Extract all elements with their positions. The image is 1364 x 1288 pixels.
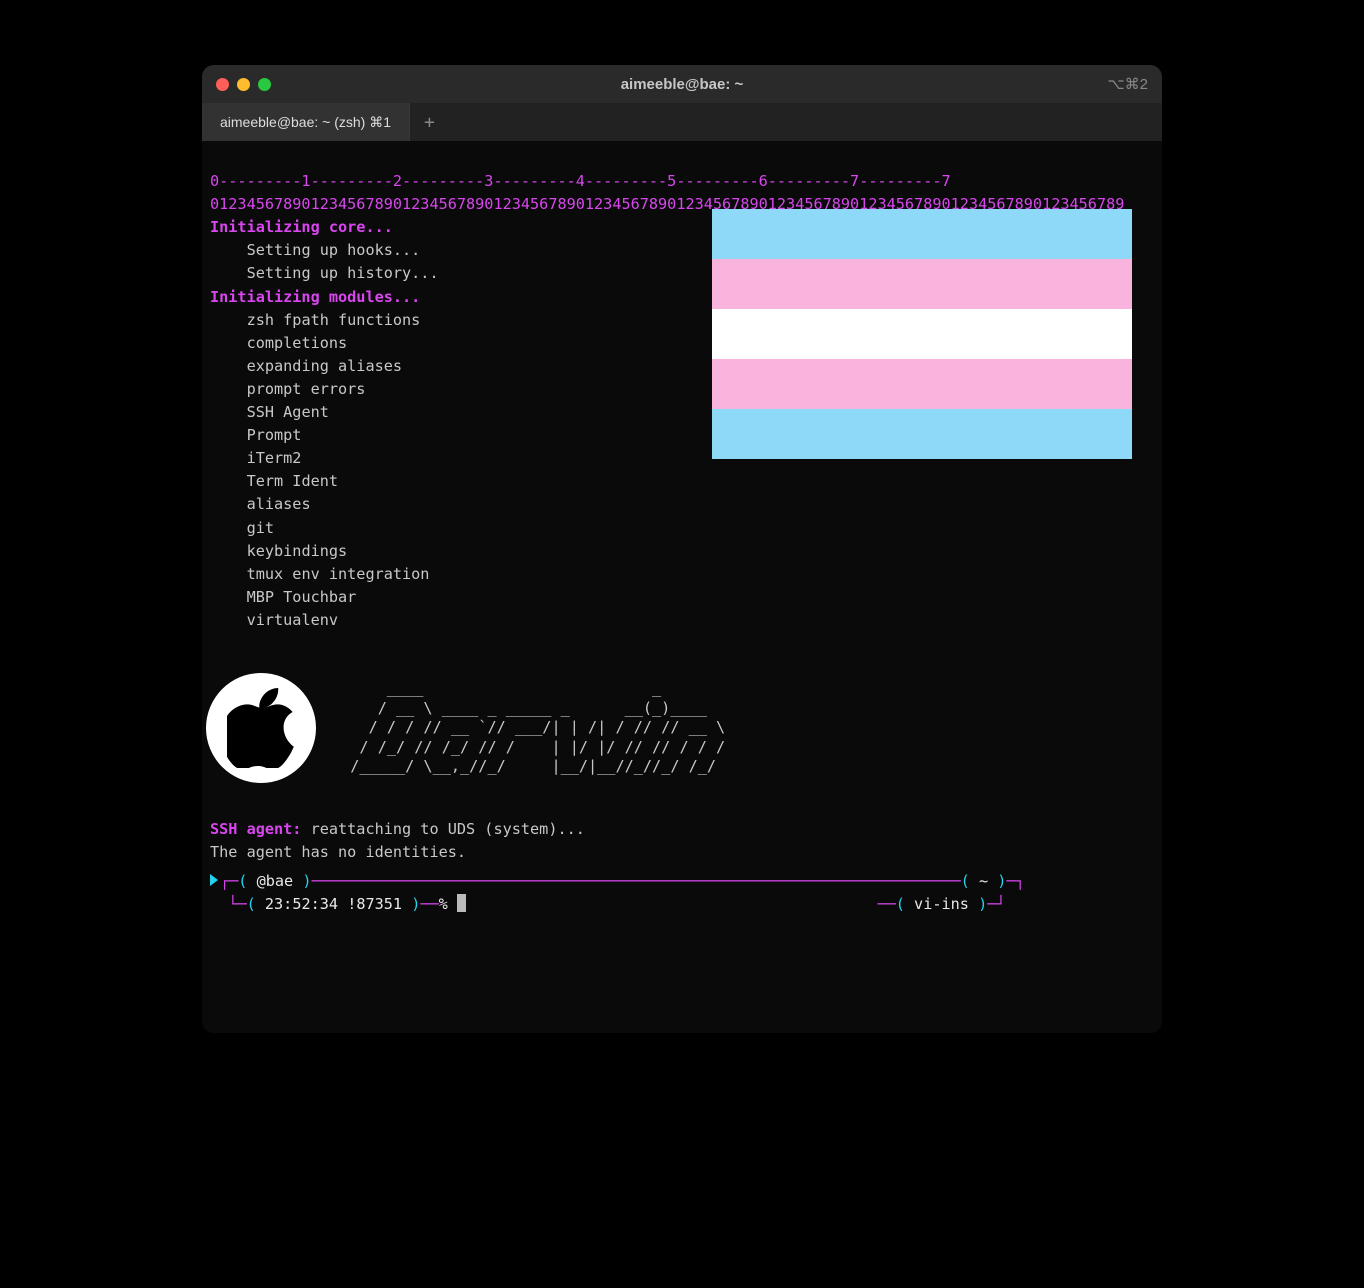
prompt-bottom-line: └─( 23:52:34 !87351 )──% ──( vi-ins )─┘ [210, 893, 1154, 916]
prompt-cwd: ~ [979, 872, 988, 890]
init-module: git [247, 519, 274, 537]
prompt-mode: vi-ins [914, 895, 969, 913]
init-module: tmux env integration [247, 565, 430, 583]
init-core-heading: Initializing core... [210, 218, 393, 236]
prompt-top-line: ┌─( @bae )──────────────────────────────… [210, 870, 1154, 893]
traffic-lights [216, 78, 271, 91]
cursor [457, 894, 466, 912]
flag-stripe [712, 359, 1132, 409]
prompt-history: !87351 [347, 895, 402, 913]
init-core-step: Setting up hooks... [247, 241, 421, 259]
window-shortcut-label: ⌥⌘2 [1107, 75, 1148, 93]
init-module: MBP Touchbar [247, 588, 357, 606]
init-module: iTerm2 [247, 449, 302, 467]
flag-stripe [712, 209, 1132, 259]
init-core-step: Setting up history... [247, 264, 439, 282]
init-module: Term Ident [247, 472, 338, 490]
ascii-line: / /_/ // /_/ // / | |/ |/ // // / / / [332, 738, 725, 756]
titlebar: aimeeble@bae: ~ ⌥⌘2 [202, 65, 1162, 103]
ssh-agent-msg: reattaching to UDS (system)... [301, 820, 584, 838]
ssh-agent-label: SSH agent: [210, 820, 301, 838]
tab-bar: aimeeble@bae: ~ (zsh) ⌘1 + [202, 103, 1162, 141]
ascii-line: / __ \ ____ _ _____ _ __(_)____ [332, 699, 725, 717]
plus-icon: + [424, 112, 435, 133]
new-tab-button[interactable]: + [410, 103, 449, 141]
init-module: SSH Agent [247, 403, 329, 421]
terminal-window: aimeeble@bae: ~ ⌥⌘2 aimeeble@bae: ~ (zsh… [202, 65, 1162, 1033]
ssh-no-identities: The agent has no identities. [210, 843, 466, 861]
minimize-button[interactable] [237, 78, 250, 91]
init-module: prompt errors [247, 380, 366, 398]
init-module: expanding aliases [247, 357, 402, 375]
ascii-line: / / / // __ `// ___/| | /| / // // __ \ [332, 718, 725, 736]
init-module: virtualenv [247, 611, 338, 629]
prompt-time: 23:52:34 [265, 895, 338, 913]
tab-label: aimeeble@bae: ~ (zsh) ⌘1 [220, 114, 391, 131]
init-module: keybindings [247, 542, 348, 560]
prompt-arrow-icon [210, 874, 218, 886]
flag-stripe [712, 309, 1132, 359]
os-banner: ____ _ / __ \ ____ _ _____ _ __(_)____ /… [210, 673, 1154, 783]
terminal-body[interactable]: 0---------1---------2---------3---------… [202, 141, 1162, 1033]
zoom-button[interactable] [258, 78, 271, 91]
init-module: Prompt [247, 426, 302, 444]
close-button[interactable] [216, 78, 229, 91]
prompt: ┌─( @bae )──────────────────────────────… [210, 870, 1154, 916]
ruler-tens: 0---------1---------2---------3---------… [210, 172, 951, 190]
apple-logo-icon [206, 673, 316, 783]
darwin-ascii-art: ____ _ / __ \ ____ _ _____ _ __(_)____ /… [332, 679, 725, 776]
ascii-line: /_____/ \__,_//_/ |__/|__//_//_/ /_/ [332, 757, 725, 775]
flag-stripe [712, 259, 1132, 309]
init-module: aliases [247, 495, 311, 513]
prompt-host: @bae [257, 872, 294, 890]
trans-flag-image [712, 209, 1132, 459]
init-module: completions [247, 334, 348, 352]
window-title: aimeeble@bae: ~ [202, 76, 1162, 93]
init-modules-heading: Initializing modules... [210, 288, 420, 306]
prompt-symbol: % [439, 895, 448, 913]
tab-active[interactable]: aimeeble@bae: ~ (zsh) ⌘1 [202, 103, 410, 141]
flag-stripe [712, 409, 1132, 459]
ascii-line: ____ _ [332, 679, 725, 697]
init-module: zsh fpath functions [247, 311, 421, 329]
